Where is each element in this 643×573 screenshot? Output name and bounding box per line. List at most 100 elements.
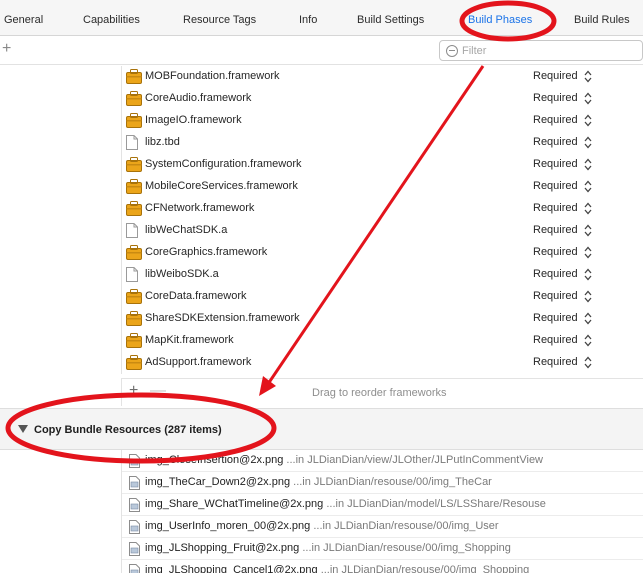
framework-row[interactable]: MOBFoundation.framework Required <box>122 66 643 88</box>
status-stepper-icon[interactable] <box>584 202 592 215</box>
filter-field[interactable] <box>439 40 643 61</box>
framework-icon <box>126 157 142 175</box>
reorder-hint: Drag to reorder frameworks <box>312 387 447 399</box>
framework-name: CoreGraphics.framework <box>145 246 268 258</box>
tab-info[interactable]: Info <box>299 14 317 26</box>
image-file-icon <box>129 498 140 515</box>
framework-name: CFNetwork.framework <box>145 202 255 214</box>
copy-bundle-resources-title: Copy Bundle Resources (287 items) <box>34 424 222 436</box>
framework-status[interactable]: Required <box>533 312 578 324</box>
file-icon <box>126 267 138 285</box>
framework-status[interactable]: Required <box>533 114 578 126</box>
framework-status[interactable]: Required <box>533 136 578 148</box>
framework-icon <box>126 289 142 307</box>
framework-row[interactable]: MapKit.framework Required <box>122 330 643 352</box>
status-stepper-icon[interactable] <box>584 70 592 83</box>
resource-name: img_CloseInsertion@2x.png <box>145 454 284 466</box>
tab-build-phases[interactable]: Build Phases <box>468 14 532 26</box>
framework-name: ImageIO.framework <box>145 114 242 126</box>
resource-name: img_UserInfo_moren_00@2x.png <box>145 520 311 532</box>
image-file-icon <box>129 476 140 493</box>
framework-name: AdSupport.framework <box>145 356 252 368</box>
framework-row[interactable]: CoreGraphics.framework Required <box>122 242 643 264</box>
status-stepper-icon[interactable] <box>584 312 592 325</box>
image-file-icon <box>129 564 140 573</box>
image-file-icon <box>129 520 140 537</box>
resource-path: ...in JLDianDian/view/JLOther/JLPutInCom… <box>286 454 543 466</box>
filter-icon <box>446 45 458 57</box>
framework-row[interactable]: CoreAudio.framework Required <box>122 88 643 110</box>
resource-row[interactable]: img_CloseInsertion@2x.png ...in JLDianDi… <box>122 450 643 472</box>
framework-row[interactable]: libWeChatSDK.a Required <box>122 220 643 242</box>
resource-row[interactable]: img_Share_WChatTimeline@2x.png ...in JLD… <box>122 494 643 516</box>
framework-row[interactable]: SystemConfiguration.framework Required <box>122 154 643 176</box>
status-stepper-icon[interactable] <box>584 290 592 303</box>
status-stepper-icon[interactable] <box>584 356 592 369</box>
resource-path: ...in JLDianDian/resouse/00/img_Shopping <box>302 542 511 554</box>
resource-row[interactable]: img_JLShopping_Cancel1@2x.png ...in JLDi… <box>122 560 643 573</box>
tab-general[interactable]: General <box>4 14 43 26</box>
framework-icon <box>126 91 142 109</box>
framework-icon <box>126 201 142 219</box>
status-stepper-icon[interactable] <box>584 158 592 171</box>
status-stepper-icon[interactable] <box>584 224 592 237</box>
framework-row[interactable]: ImageIO.framework Required <box>122 110 643 132</box>
remove-framework-button[interactable]: — <box>150 382 166 400</box>
framework-status[interactable]: Required <box>533 290 578 302</box>
status-stepper-icon[interactable] <box>584 92 592 105</box>
status-stepper-icon[interactable] <box>584 268 592 281</box>
framework-row[interactable]: libWeiboSDK.a Required <box>122 264 643 286</box>
framework-icon <box>126 355 142 373</box>
file-icon <box>126 223 138 241</box>
framework-status[interactable]: Required <box>533 224 578 236</box>
framework-status[interactable]: Required <box>533 202 578 214</box>
add-framework-button[interactable]: + <box>129 382 138 400</box>
status-stepper-icon[interactable] <box>584 114 592 127</box>
tab-capabilities[interactable]: Capabilities <box>83 14 140 26</box>
framework-row[interactable]: libz.tbd Required <box>122 132 643 154</box>
tab-build-settings[interactable]: Build Settings <box>357 14 424 26</box>
framework-status[interactable]: Required <box>533 246 578 258</box>
framework-status[interactable]: Required <box>533 180 578 192</box>
framework-row[interactable]: AdSupport.framework Required <box>122 352 643 374</box>
image-file-icon <box>129 542 140 559</box>
framework-status[interactable]: Required <box>533 356 578 368</box>
phases-toolbar: + <box>0 37 643 65</box>
framework-list: MOBFoundation.framework Required CoreAudio… <box>121 66 643 374</box>
status-stepper-icon[interactable] <box>584 246 592 259</box>
resource-name: img_JLShopping_Fruit@2x.png <box>145 542 300 554</box>
image-file-icon <box>129 454 140 471</box>
framework-row[interactable]: ShareSDKExtension.framework Required <box>122 308 643 330</box>
add-phase-button[interactable]: + <box>2 40 11 58</box>
resource-name: img_TheCar_Down2@2x.png <box>145 476 291 488</box>
status-stepper-icon[interactable] <box>584 136 592 149</box>
tab-build-rules[interactable]: Build Rules <box>574 14 630 26</box>
framework-icon <box>126 333 142 351</box>
status-stepper-icon[interactable] <box>584 334 592 347</box>
resource-row[interactable]: img_TheCar_Down2@2x.png ...in JLDianDian… <box>122 472 643 494</box>
link-binary-section: MOBFoundation.framework Required CoreAudio… <box>0 66 643 408</box>
resource-name: img_Share_WChatTimeline@2x.png <box>145 498 324 510</box>
copy-bundle-resources-header[interactable]: Copy Bundle Resources (287 items) <box>0 408 643 450</box>
framework-name: SystemConfiguration.framework <box>145 158 302 170</box>
status-stepper-icon[interactable] <box>584 180 592 193</box>
framework-icon <box>126 311 142 329</box>
framework-name: MOBFoundation.framework <box>145 70 280 82</box>
framework-row[interactable]: CoreData.framework Required <box>122 286 643 308</box>
disclosure-triangle-icon[interactable] <box>18 425 28 433</box>
framework-row[interactable]: MobileCoreServices.framework Required <box>122 176 643 198</box>
framework-status[interactable]: Required <box>533 70 578 82</box>
framework-status[interactable]: Required <box>533 92 578 104</box>
framework-status[interactable]: Required <box>533 334 578 346</box>
framework-icon <box>126 179 142 197</box>
framework-status[interactable]: Required <box>533 158 578 170</box>
framework-row[interactable]: CFNetwork.framework Required <box>122 198 643 220</box>
filter-input[interactable] <box>462 43 632 58</box>
framework-name: libWeiboSDK.a <box>145 268 219 280</box>
resource-row[interactable]: img_JLShopping_Fruit@2x.png ...in JLDian… <box>122 538 643 560</box>
resource-row[interactable]: img_UserInfo_moren_00@2x.png ...in JLDia… <box>122 516 643 538</box>
resource-path: ...in JLDianDian/resouse/00/img_Shopping <box>320 564 530 573</box>
framework-icon <box>126 69 142 87</box>
tab-resource-tags[interactable]: Resource Tags <box>183 14 256 26</box>
framework-status[interactable]: Required <box>533 268 578 280</box>
